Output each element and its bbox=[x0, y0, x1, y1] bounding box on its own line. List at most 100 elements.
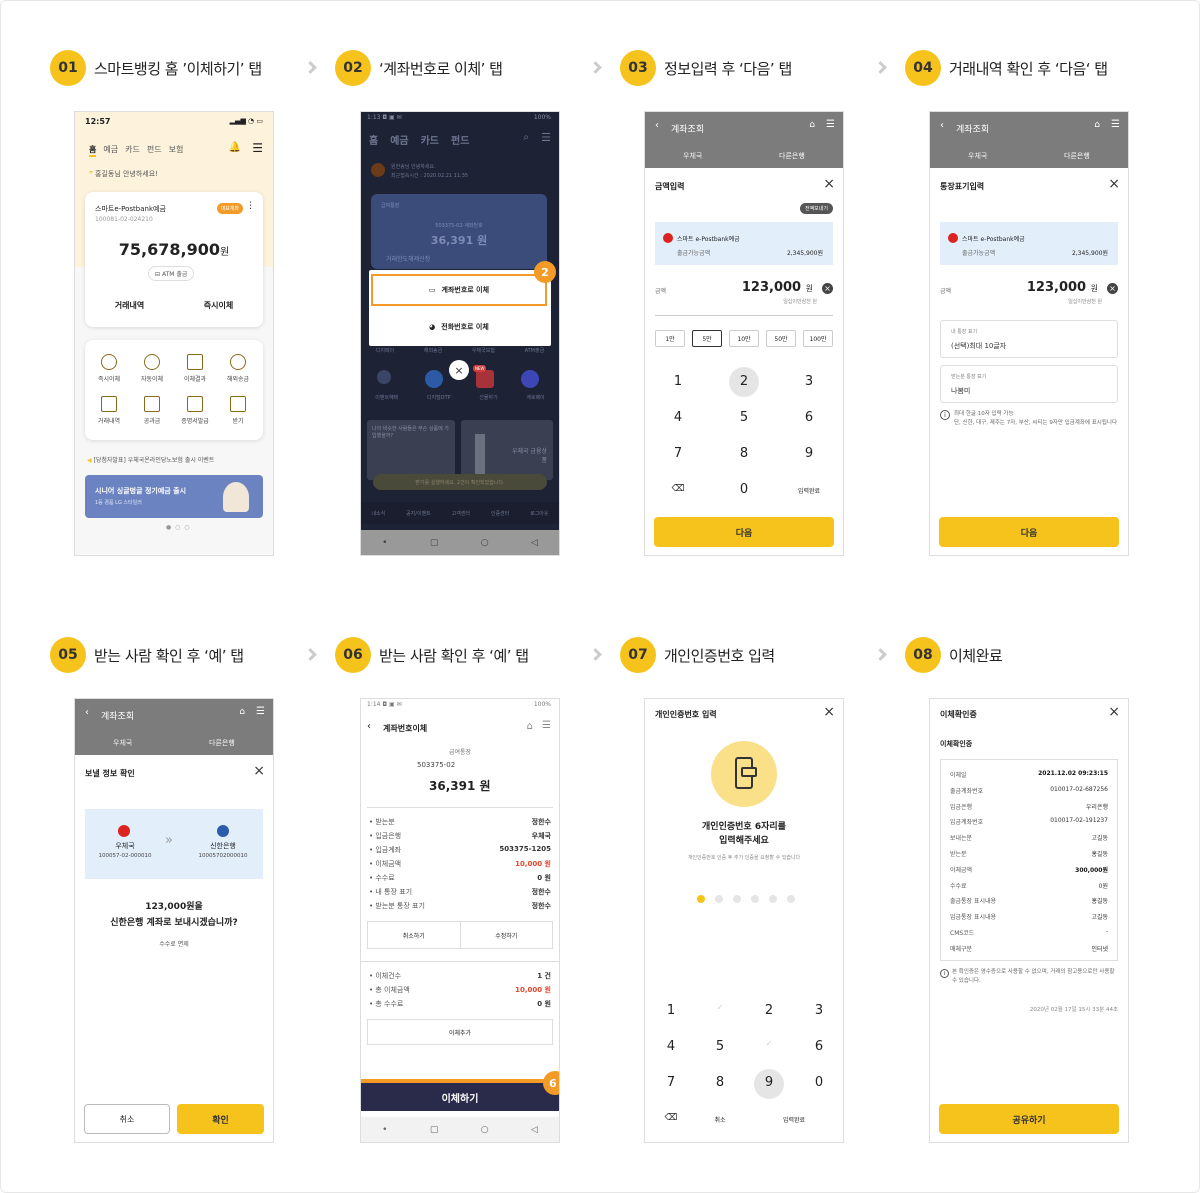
add-transfer-button[interactable]: 이체추가 bbox=[367, 1019, 553, 1045]
cancel-button[interactable]: 취소하기 bbox=[368, 922, 461, 948]
home-circle-icon[interactable]: ○ bbox=[481, 1125, 489, 1135]
menu-dot-icon[interactable]: • bbox=[382, 1125, 387, 1135]
promo-banner-2[interactable]: 우체국 금융상품 bbox=[461, 420, 553, 480]
tab-insurance[interactable]: 보험 bbox=[169, 144, 184, 157]
home-icon[interactable]: ⌂ bbox=[239, 707, 245, 717]
keypad-key[interactable]: 5 bbox=[705, 1039, 735, 1054]
keypad-key[interactable]: 7 bbox=[663, 446, 693, 461]
home-icon[interactable]: ⌂ bbox=[809, 120, 815, 130]
back-icon[interactable]: ‹ bbox=[85, 707, 89, 718]
back-icon[interactable]: ◁ bbox=[531, 538, 538, 548]
home-icon[interactable]: ⌂ bbox=[527, 721, 533, 732]
cancel-button[interactable]: 취소 bbox=[84, 1104, 170, 1134]
edit-button[interactable]: 수정하기 bbox=[461, 922, 553, 948]
account-card[interactable]: 스마트e-Postbank예금 100081-02-024210 대표계좌 ⋮ … bbox=[85, 192, 263, 327]
keypad-key[interactable]: 8 bbox=[705, 1075, 735, 1090]
bottom-item[interactable]: 인증센터 bbox=[491, 510, 509, 517]
close-icon[interactable]: × bbox=[823, 704, 835, 720]
quick-1m-button[interactable]: 100만 bbox=[803, 330, 833, 347]
keypad-key[interactable]: 5 bbox=[729, 410, 759, 425]
share-button[interactable]: 공유하기 bbox=[939, 1104, 1119, 1134]
menu-receive[interactable]: 받기 bbox=[218, 396, 258, 425]
clear-amount-button[interactable]: × bbox=[1107, 283, 1118, 294]
back-icon[interactable]: ‹ bbox=[655, 120, 659, 131]
search-icon[interactable]: ⌕ bbox=[523, 132, 529, 143]
instant-transfer-button[interactable]: 즉시이체 bbox=[174, 300, 263, 311]
home-circle-icon[interactable]: ○ bbox=[481, 538, 489, 548]
backspace-icon[interactable]: ⌫ bbox=[663, 484, 693, 494]
tab-other-bank[interactable]: 다른은행 bbox=[779, 151, 805, 161]
more-icon[interactable]: ⋮ bbox=[246, 201, 255, 211]
menu-utility-bill[interactable]: 공과금 bbox=[132, 396, 172, 425]
keypad-key[interactable]: 2 bbox=[754, 1003, 784, 1018]
keypad-key[interactable]: 3 bbox=[804, 1003, 834, 1018]
tab-card[interactable]: 카드 bbox=[421, 132, 439, 147]
bottom-item[interactable]: 내소식 bbox=[371, 510, 385, 517]
atm-withdraw-button[interactable]: ⊟ ATM 출금 bbox=[148, 266, 195, 281]
menu-icon[interactable]: ☰ bbox=[256, 706, 265, 717]
pay-icon[interactable] bbox=[521, 370, 539, 388]
keypad-key[interactable]: 0 bbox=[804, 1075, 834, 1090]
clear-amount-button[interactable]: × bbox=[822, 283, 833, 294]
bottom-item[interactable]: 공지/이벤트 bbox=[406, 510, 431, 517]
tab-fund[interactable]: 펀드 bbox=[147, 144, 162, 157]
recipient-memo-field[interactable]: 받는분 통장 표기 나봄미 bbox=[940, 365, 1118, 403]
bottom-item[interactable]: 고객센터 bbox=[452, 510, 470, 517]
tab-card[interactable]: 카드 bbox=[125, 144, 140, 157]
back-icon[interactable]: ‹ bbox=[367, 721, 371, 732]
quick-500k-button[interactable]: 50만 bbox=[766, 330, 796, 347]
tab-post-office[interactable]: 우체국 bbox=[683, 151, 702, 161]
account-transfer-option[interactable]: ▭ 계좌번호로 이체 bbox=[371, 274, 547, 306]
menu-history[interactable]: 거래내역 bbox=[89, 396, 129, 425]
tab-other-bank[interactable]: 다른은행 bbox=[209, 738, 235, 748]
blank-key[interactable]: ✓ bbox=[705, 1003, 735, 1012]
menu-item[interactable]: 해외송금 bbox=[424, 347, 442, 354]
quick-50k-button[interactable]: 5만 bbox=[692, 330, 722, 347]
next-button[interactable]: 다음 bbox=[654, 517, 834, 547]
keypad-key[interactable]: 9 bbox=[754, 1075, 784, 1090]
event-icon[interactable] bbox=[377, 370, 391, 384]
keypad-key[interactable]: 6 bbox=[804, 1039, 834, 1054]
keypad-key[interactable]: 4 bbox=[656, 1039, 686, 1054]
backspace-icon[interactable]: ⌫ bbox=[656, 1113, 686, 1123]
keypad-key[interactable]: 4 bbox=[663, 410, 693, 425]
cancel-key[interactable]: 취소 bbox=[705, 1115, 735, 1124]
menu-item[interactable]: ATM출금 bbox=[525, 347, 545, 354]
confirm-button[interactable]: 확인 bbox=[177, 1104, 264, 1134]
menu-instant-transfer[interactable]: 즉시이체 bbox=[89, 354, 129, 383]
notice[interactable]: ◀ [당첨자발표] 우체국온라인당노보험 출시 이벤트 bbox=[87, 455, 214, 464]
menu-icon[interactable]: ☰ bbox=[542, 720, 551, 731]
next-button[interactable]: 다음 bbox=[939, 517, 1119, 547]
keypad-key[interactable]: 2 bbox=[729, 374, 759, 389]
menu-item[interactable]: 우체국보험 bbox=[472, 347, 495, 354]
limit-release[interactable]: 거래한도해제신청 bbox=[386, 254, 430, 263]
tab-post-office[interactable]: 우체국 bbox=[113, 738, 132, 748]
recent-apps-icon[interactable]: ▢ bbox=[430, 538, 439, 548]
tab-post-office[interactable]: 우체국 bbox=[968, 151, 987, 161]
close-icon[interactable]: × bbox=[823, 176, 835, 192]
send-all-button[interactable]: 전액보내기 bbox=[799, 203, 833, 214]
main-account-toggle[interactable]: 대표계좌 bbox=[216, 203, 243, 214]
menu-auto-transfer[interactable]: 자동이체 bbox=[132, 354, 172, 383]
back-icon[interactable]: ‹ bbox=[940, 120, 944, 131]
menu-icon[interactable]: ☰ bbox=[1111, 119, 1120, 130]
menu-icon[interactable]: ☰ bbox=[252, 141, 263, 155]
tab-home[interactable]: 홈 bbox=[369, 132, 378, 147]
tab-deposit[interactable]: 예금 bbox=[390, 132, 408, 147]
phone-transfer-option[interactable]: ◕ 전화번호로 이체 bbox=[371, 310, 547, 344]
keypad-key[interactable]: 8 bbox=[729, 446, 759, 461]
keypad-key[interactable]: 1 bbox=[656, 1003, 686, 1018]
otp-icon[interactable] bbox=[425, 370, 443, 388]
transfer-submit-button[interactable]: 이체하기 bbox=[361, 1083, 559, 1111]
promo-banner-1[interactable]: 나의 비슷한 사람들은 무슨 상품에 가입했을까? bbox=[367, 420, 455, 480]
bell-icon[interactable]: 🔔 bbox=[229, 142, 241, 153]
menu-overseas-remit[interactable]: 해외송금 bbox=[218, 354, 258, 383]
tab-deposit[interactable]: 예금 bbox=[103, 144, 118, 157]
close-icon[interactable]: × bbox=[1108, 176, 1120, 192]
quick-100k-button[interactable]: 10만 bbox=[729, 330, 759, 347]
tab-home[interactable]: 홈 bbox=[89, 144, 97, 157]
input-done-key[interactable]: 입력완료 bbox=[769, 1115, 819, 1124]
keypad-key[interactable]: 9 bbox=[794, 446, 824, 461]
my-memo-field[interactable]: 내 통장 표기 (선택)최대 10글자 bbox=[940, 320, 1118, 358]
back-icon[interactable]: ◁ bbox=[531, 1125, 538, 1135]
